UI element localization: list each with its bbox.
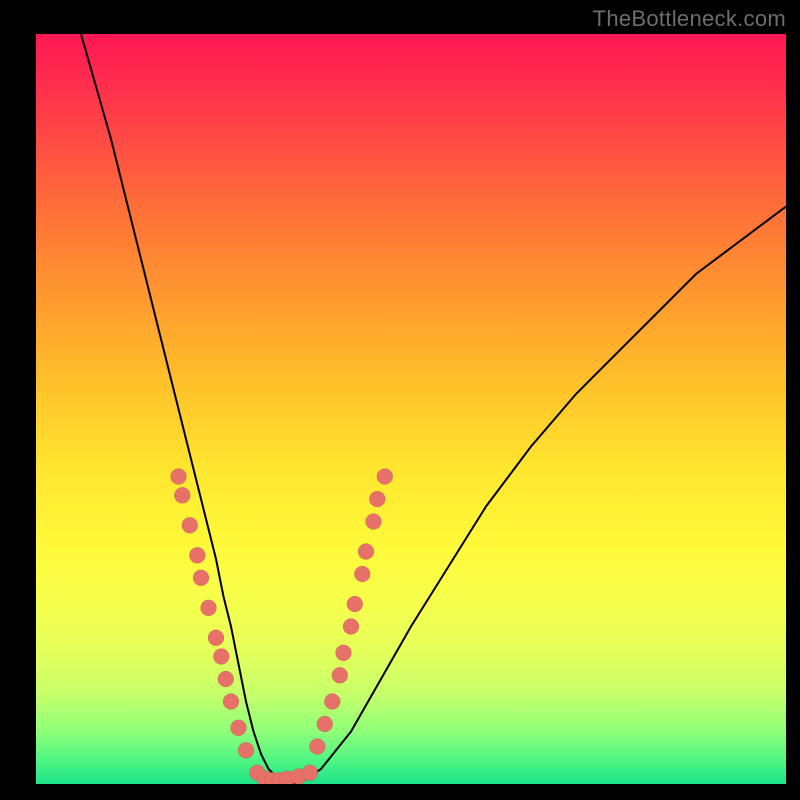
- marker-dot: [174, 487, 190, 503]
- marker-dot: [336, 645, 352, 661]
- marker-dot: [343, 619, 359, 635]
- marker-dot: [201, 600, 217, 616]
- marker-dot: [324, 694, 340, 710]
- chart-stage: TheBottleneck.com: [0, 0, 800, 800]
- plot-area: [36, 34, 786, 784]
- chart-svg: [36, 34, 786, 784]
- marker-dot: [354, 566, 370, 582]
- marker-dot: [317, 716, 333, 732]
- marker-dot: [302, 765, 318, 781]
- marker-dot: [369, 491, 385, 507]
- marker-dot: [193, 570, 209, 586]
- marker-dot: [358, 544, 374, 560]
- marker-dot: [332, 667, 348, 683]
- marker-dot: [347, 596, 363, 612]
- marker-dot: [231, 720, 247, 736]
- watermark-text: TheBottleneck.com: [593, 6, 786, 32]
- marker-dot: [309, 739, 325, 755]
- bottleneck-curve: [81, 34, 786, 784]
- marker-dot: [171, 469, 187, 485]
- marker-dot: [218, 671, 234, 687]
- marker-dot: [182, 517, 198, 533]
- data-markers: [171, 469, 393, 785]
- marker-dot: [366, 514, 382, 530]
- marker-dot: [238, 742, 254, 758]
- marker-dot: [223, 694, 239, 710]
- marker-dot: [213, 649, 229, 665]
- marker-dot: [377, 469, 393, 485]
- marker-dot: [189, 547, 205, 563]
- marker-dot: [208, 630, 224, 646]
